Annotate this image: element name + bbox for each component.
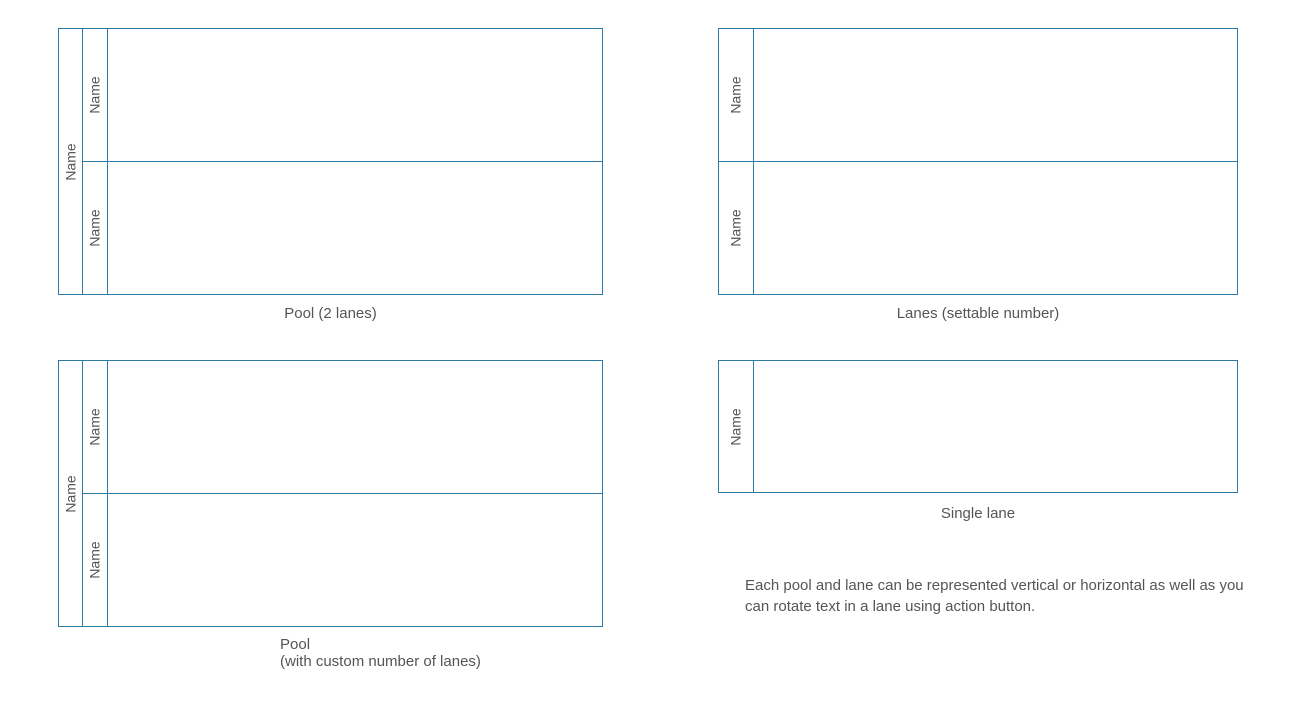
lane-label: Name <box>728 209 744 246</box>
lane-header: Name <box>83 361 107 493</box>
pool-2-lanes: Name Name Name <box>58 28 603 295</box>
lane: Name <box>83 29 602 162</box>
lane-header: Name <box>83 162 107 294</box>
lane-body <box>753 162 1237 294</box>
pool-label: Name <box>63 475 79 512</box>
lane-body <box>753 361 1237 492</box>
lane-header: Name <box>719 29 753 161</box>
lane-header: Name <box>719 361 753 492</box>
lane-body <box>107 29 602 161</box>
pool-header: Name <box>59 361 83 626</box>
pool-header: Name <box>59 29 83 294</box>
lane: Name <box>83 162 602 294</box>
lane-header: Name <box>83 29 107 161</box>
lane: Name <box>83 361 602 494</box>
caption-single-lane: Single lane <box>718 505 1238 522</box>
caption-pool-custom: Pool (with custom number of lanes) <box>280 636 600 670</box>
lane-body <box>107 361 602 493</box>
lane-label: Name <box>728 76 744 113</box>
lane: Name <box>83 494 602 626</box>
lanes-settable: Name Name <box>718 28 1238 295</box>
caption-line: (with custom number of lanes) <box>280 653 600 670</box>
lane-label: Name <box>87 541 103 578</box>
lane-label: Name <box>728 408 744 445</box>
caption-line: Pool <box>280 636 600 653</box>
lane-header: Name <box>83 494 107 626</box>
pool-label: Name <box>63 143 79 180</box>
lane: Name <box>718 162 1237 294</box>
lanes-container: Name Name <box>83 361 602 626</box>
note-text: Each pool and lane can be represented ve… <box>745 575 1245 617</box>
lane-label: Name <box>87 209 103 246</box>
lane-body <box>107 494 602 626</box>
lane-label: Name <box>87 408 103 445</box>
lane-label: Name <box>87 76 103 113</box>
pool-custom-lanes: Name Name Name <box>58 360 603 627</box>
single-lane: Name <box>718 360 1238 493</box>
lanes-container: Name Name <box>83 29 602 294</box>
lane-body <box>107 162 602 294</box>
lane-body <box>753 29 1237 161</box>
lane: Name <box>718 29 1237 162</box>
caption-lanes-settable: Lanes (settable number) <box>718 305 1238 322</box>
lane-header: Name <box>719 162 753 294</box>
caption-pool-2-lanes: Pool (2 lanes) <box>58 305 603 322</box>
